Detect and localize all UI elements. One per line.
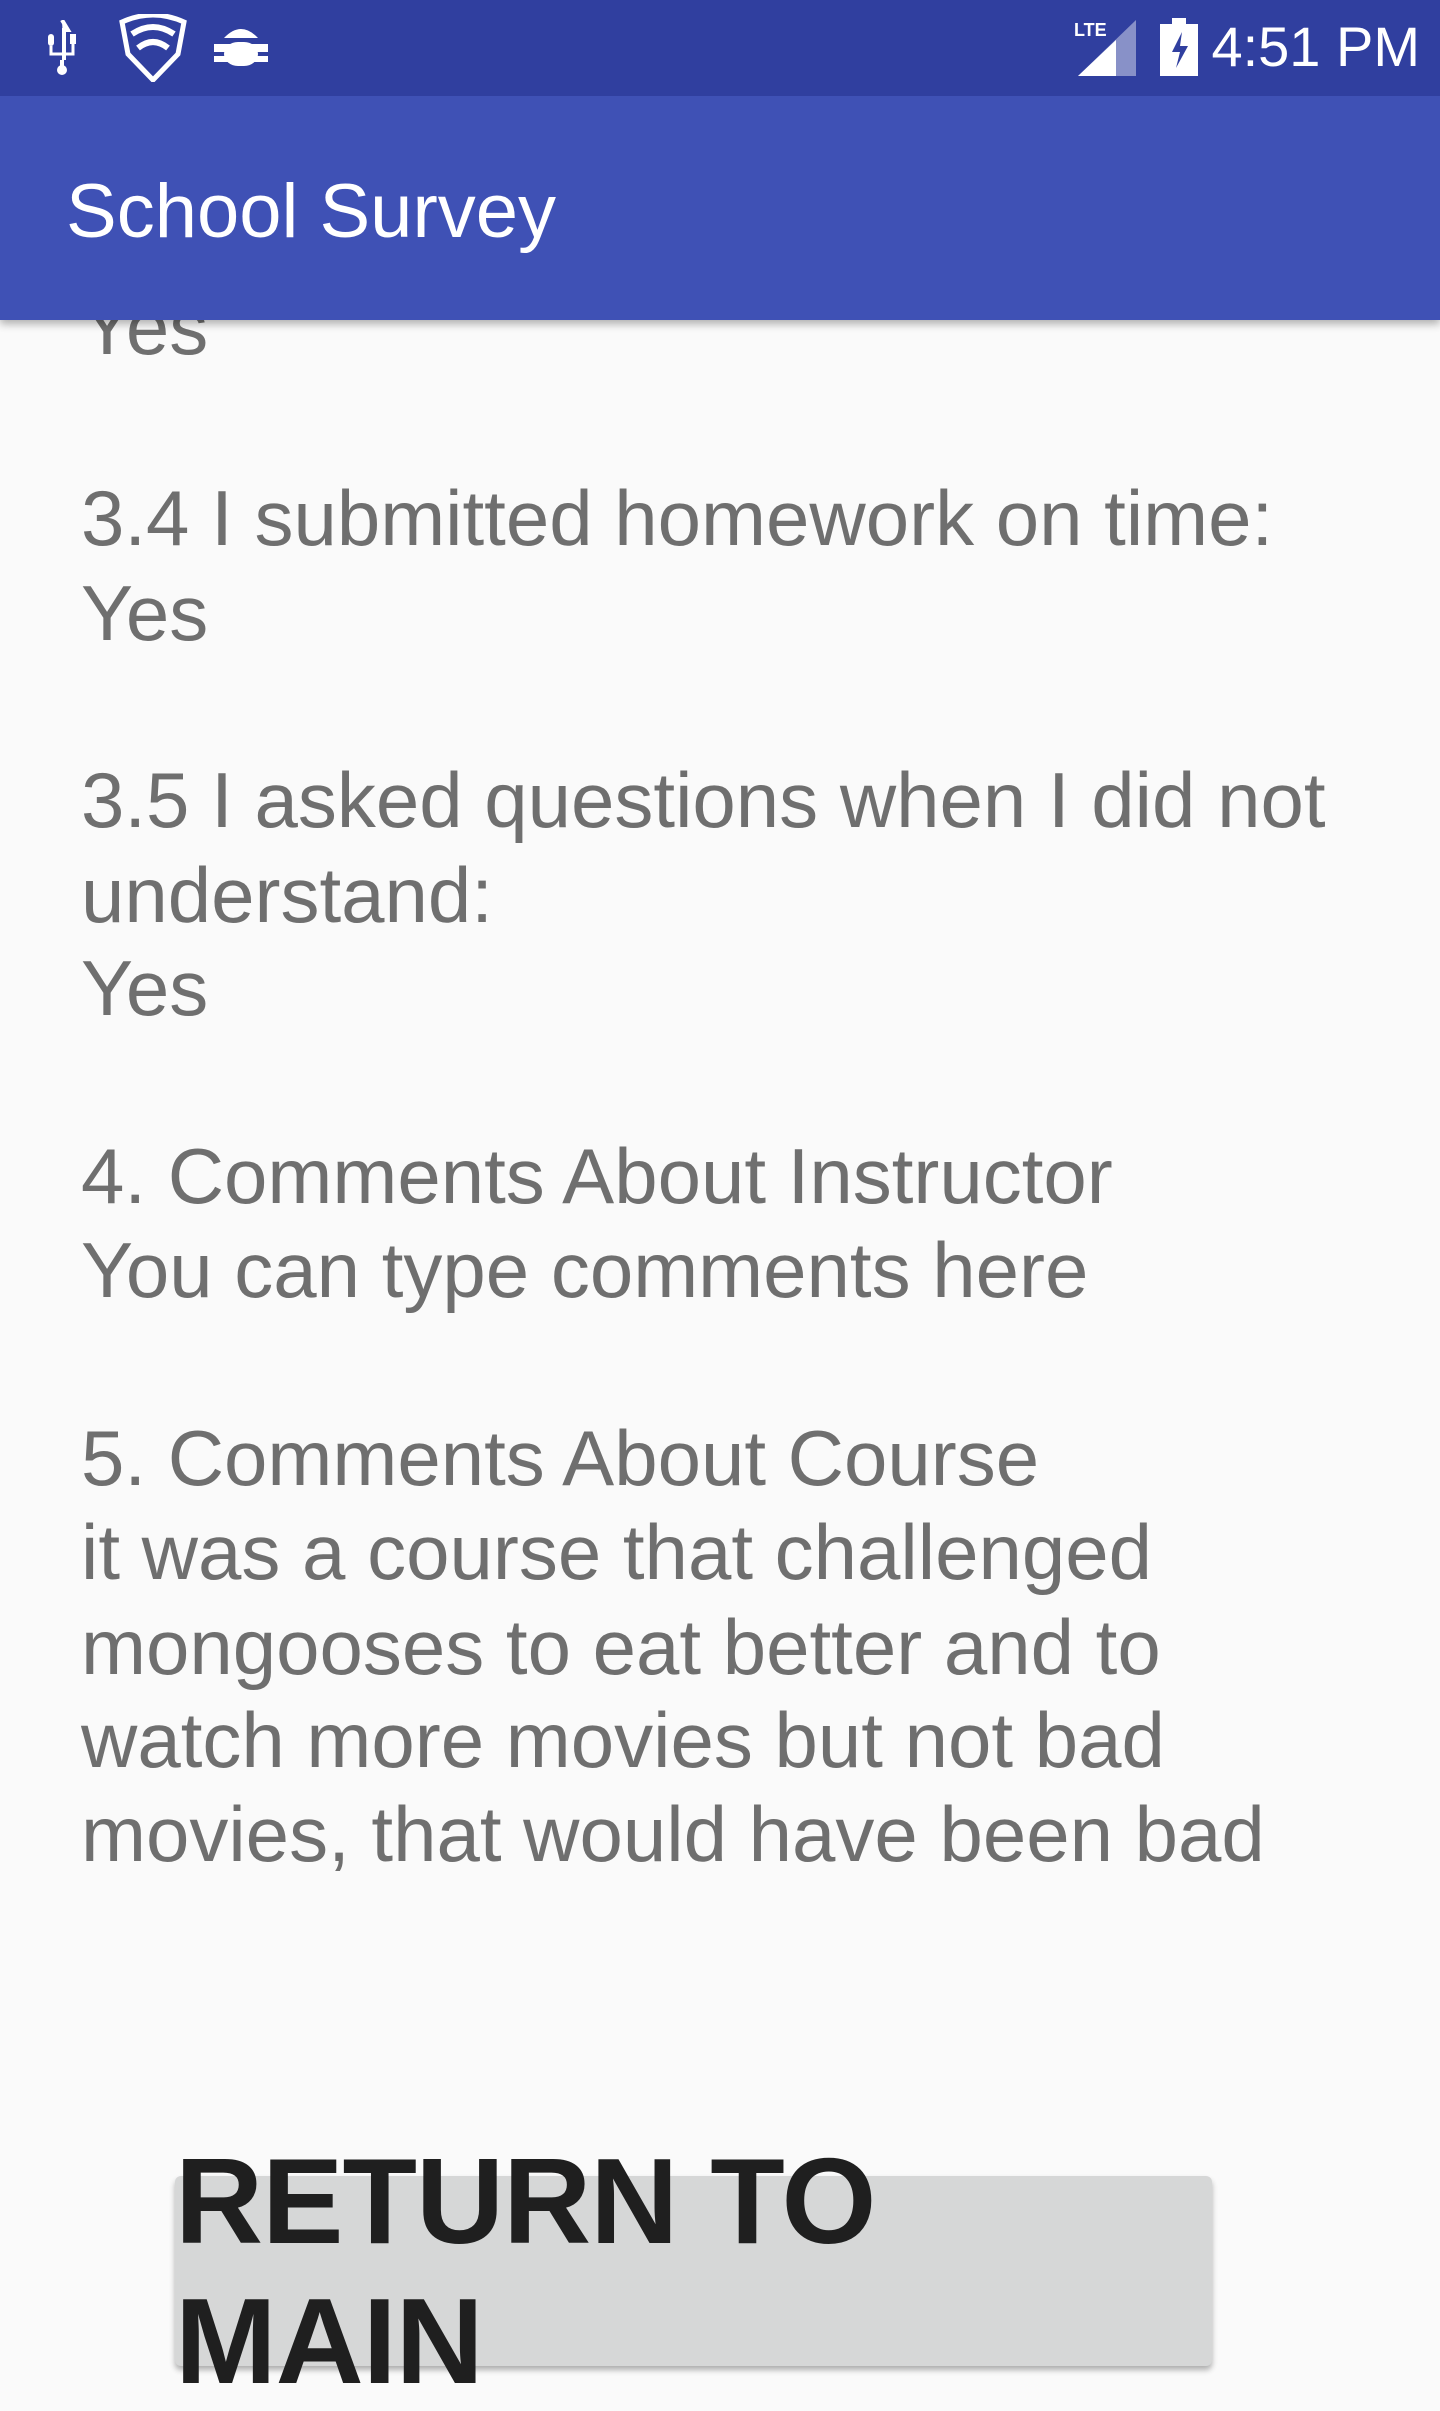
answer-5-line: watch more movies but not bad [81, 1696, 1165, 1784]
app-title: School Survey [66, 169, 557, 254]
question-4-heading: 4. Comments About Instructor [81, 1132, 1113, 1220]
status-bar: LTE 4:51 PM [0, 0, 1440, 96]
battery-charging-icon [1160, 18, 1198, 76]
answer-5-line: it was a course that challenged [81, 1508, 1152, 1596]
question-3-5: 3.5 I asked questions when I did not [81, 756, 1326, 844]
question-3-5-cont: understand: [81, 851, 493, 939]
usb-icon [48, 20, 76, 75]
signal-icon [1078, 20, 1136, 76]
answer-3-5: Yes [81, 944, 209, 1032]
app-bar: School Survey [0, 96, 1440, 320]
answer-4: You can type comments here [81, 1226, 1089, 1314]
question-5-heading: 5. Comments About Course [81, 1414, 1040, 1502]
return-to-main-label: RETURN TO MAIN [175, 2133, 876, 2409]
answer-5-line: movies, that would have been bad [81, 1790, 1265, 1878]
status-time: 4:51 PM [1211, 15, 1420, 78]
return-to-main-button[interactable]: RETURN TO MAIN [175, 2133, 1212, 2409]
question-3-4: 3.4 I submitted homework on time: [81, 474, 1274, 562]
answer-3-4: Yes [81, 569, 209, 657]
answer-5-line: mongooses to eat better and to [81, 1603, 1161, 1691]
shield-wifi-icon [119, 14, 187, 82]
android-debug-icon [214, 29, 268, 66]
